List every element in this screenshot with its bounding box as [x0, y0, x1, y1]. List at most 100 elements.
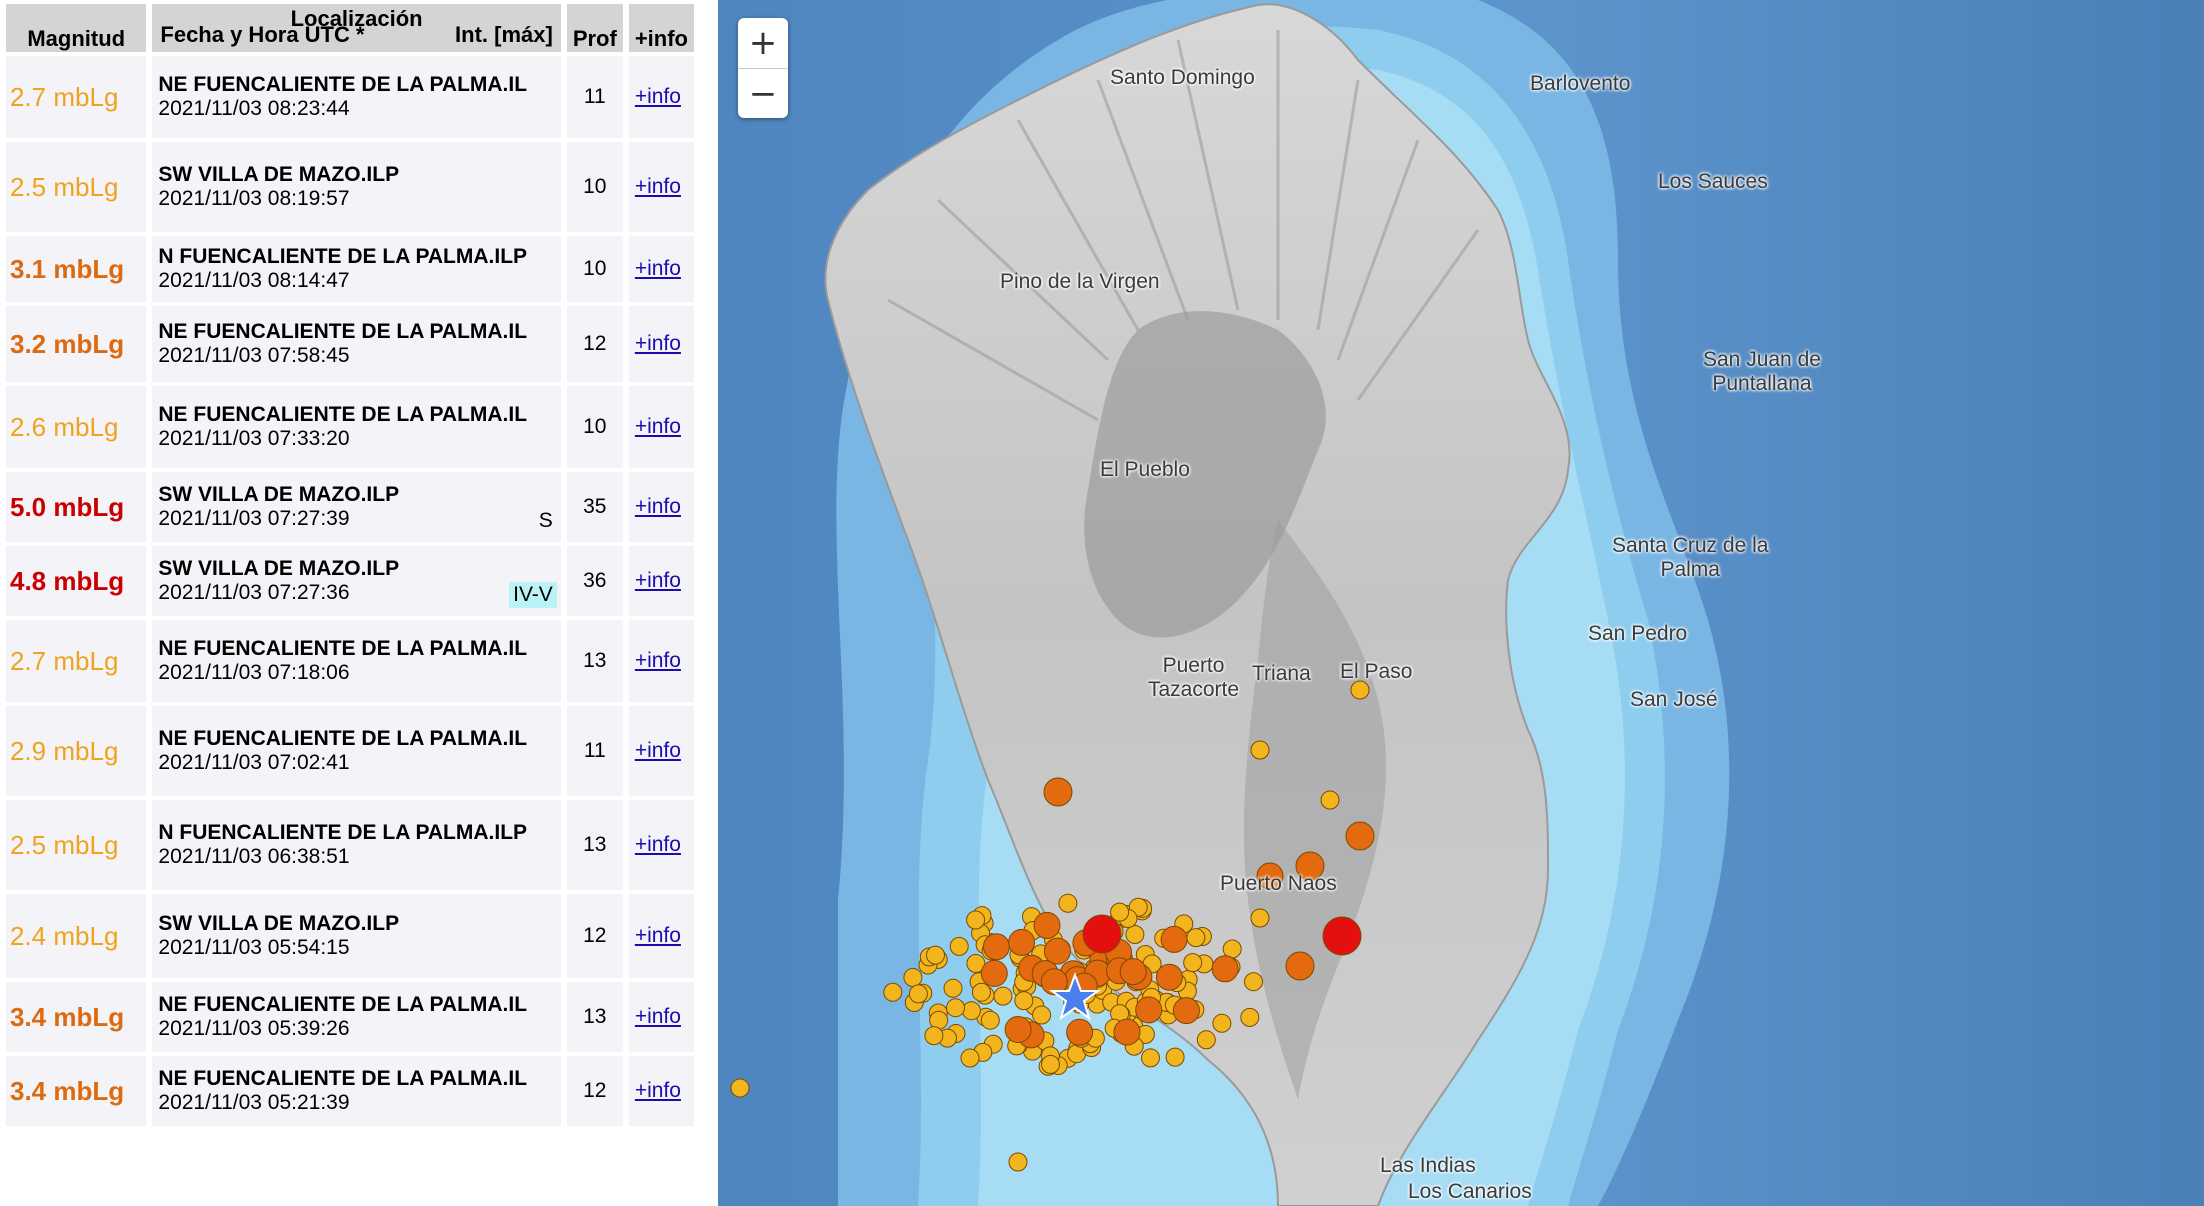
earthquake-marker[interactable]	[1125, 925, 1145, 944]
earthquake-marker[interactable]	[1285, 951, 1315, 981]
info-link[interactable]: +info	[635, 569, 681, 592]
zoom-in-button[interactable]: +	[738, 18, 788, 69]
depth-cell: 11	[566, 56, 623, 138]
earthquake-marker[interactable]	[1160, 925, 1188, 953]
location-cell: SW VILLA DE MAZO.ILP 2021/11/03 07:27:39 S	[152, 472, 561, 542]
info-cell: +info	[628, 620, 694, 702]
header-magnitud[interactable]: Magnitud	[6, 4, 147, 52]
depth-cell: 12	[566, 894, 623, 978]
earthquake-marker[interactable]	[1141, 1048, 1160, 1068]
earthquake-marker[interactable]	[971, 982, 991, 1002]
earthquake-marker[interactable]	[1345, 821, 1375, 851]
info-link[interactable]: +info	[635, 257, 681, 280]
depth-cell: 13	[566, 800, 623, 890]
earthquake-marker[interactable]	[1014, 991, 1034, 1011]
earthquake-marker[interactable]	[1250, 740, 1270, 760]
earthquake-marker[interactable]	[943, 978, 963, 998]
info-link[interactable]: +info	[635, 332, 681, 355]
earthquake-marker[interactable]	[1320, 790, 1340, 810]
earthquake-marker[interactable]	[1008, 1152, 1028, 1172]
info-link[interactable]: +info	[635, 649, 681, 672]
earthquake-marker[interactable]	[1196, 1030, 1216, 1050]
earthquake-marker[interactable]	[1008, 928, 1036, 956]
earthquake-marker[interactable]	[1033, 911, 1061, 939]
zoom-out-button[interactable]: −	[738, 69, 788, 119]
seismic-map[interactable]: + − Santo Domingo Barlovento Los Sauces …	[718, 0, 2204, 1206]
info-link[interactable]: +info	[635, 175, 681, 198]
table-row: 4.8 mbLg SW VILLA DE MAZO.ILP 2021/11/03 0…	[6, 546, 694, 616]
earthquake-marker[interactable]	[1165, 1047, 1185, 1067]
info-link[interactable]: +info	[635, 924, 681, 947]
info-cell: +info	[628, 1056, 694, 1126]
earthquake-marker[interactable]	[949, 936, 969, 956]
location-cell: N FUENCALIENTE DE LA PALMA.ILP 2021/11/03…	[152, 236, 561, 302]
event-datetime: 2021/11/03 07:58:45	[158, 344, 350, 367]
earthquake-marker[interactable]	[903, 968, 923, 987]
info-link[interactable]: +info	[635, 415, 681, 438]
earthquake-marker[interactable]	[1043, 777, 1073, 807]
header-intensidad[interactable]: Int. [máx]	[455, 22, 553, 48]
earthquake-marker[interactable]	[1082, 914, 1122, 954]
place-label-santa-cruz-line2: Palma	[1660, 558, 1720, 581]
location-name: N FUENCALIENTE DE LA PALMA.ILP	[158, 821, 528, 844]
earthquake-marker[interactable]	[1322, 916, 1362, 956]
event-datetime: 2021/11/03 06:38:51	[158, 845, 350, 868]
place-label-los-canarios: Los Canarios	[1408, 1180, 1532, 1203]
earthquake-marker[interactable]	[1244, 972, 1263, 992]
earthquake-marker[interactable]	[908, 984, 928, 1004]
earthquake-marker[interactable]	[924, 1026, 944, 1046]
earthquake-marker[interactable]	[1041, 1054, 1060, 1074]
earthquake-marker[interactable]	[1043, 937, 1071, 965]
info-cell: +info	[628, 386, 694, 468]
place-label-las-indias: Las Indias	[1380, 1154, 1476, 1177]
earthquake-marker[interactable]	[980, 959, 1008, 987]
header-fecha[interactable]: Fecha y Hora UTC *	[160, 22, 364, 48]
magnitude-cell: 2.9 mbLg	[6, 706, 147, 796]
earthquake-marker[interactable]	[926, 945, 945, 965]
earthquake-marker[interactable]	[1172, 997, 1200, 1025]
earthquake-marker[interactable]	[1240, 1007, 1260, 1027]
info-link[interactable]: +info	[635, 1079, 681, 1102]
earthquake-marker[interactable]	[1032, 1005, 1052, 1025]
earthquake-marker[interactable]	[1004, 1016, 1032, 1043]
place-label-santa-cruz-line1: Santa Cruz de la	[1612, 534, 1769, 557]
event-datetime: 2021/11/03 05:39:26	[158, 1017, 350, 1040]
earthquake-marker[interactable]	[730, 1078, 750, 1098]
info-link[interactable]: +info	[635, 1005, 681, 1028]
earthquake-marker[interactable]	[883, 982, 903, 1002]
magnitude-cell: 2.5 mbLg	[6, 142, 147, 232]
earthquake-marker[interactable]	[980, 1010, 1000, 1030]
info-link[interactable]: +info	[635, 739, 681, 762]
event-datetime: 2021/11/03 07:18:06	[158, 661, 350, 684]
event-datetime: 2021/11/03 08:23:44	[158, 97, 350, 120]
earthquake-marker[interactable]	[1211, 955, 1239, 983]
magnitude-cell: 5.0 mbLg	[6, 472, 147, 542]
info-link[interactable]: +info	[635, 85, 681, 108]
header-localizacion[interactable]: Localización Fecha y Hora UTC * Int. [má…	[152, 4, 561, 52]
earthquake-marker[interactable]	[960, 1048, 980, 1068]
earthquake-marker[interactable]	[1212, 1013, 1232, 1033]
info-link[interactable]: +info	[635, 833, 681, 856]
earthquake-marker[interactable]	[1119, 958, 1147, 986]
info-link[interactable]: +info	[635, 495, 681, 518]
earthquake-marker[interactable]	[1066, 1018, 1094, 1046]
earthquake-marker[interactable]	[1135, 996, 1163, 1024]
earthquake-marker[interactable]	[982, 933, 1010, 961]
earthquake-marker[interactable]	[1155, 963, 1183, 991]
earthquake-marker[interactable]	[946, 998, 965, 1018]
event-datetime: 2021/11/03 05:21:39	[158, 1091, 350, 1114]
place-label-los-sauces: Los Sauces	[1658, 170, 1768, 193]
earthquake-marker[interactable]	[1250, 908, 1270, 928]
earthquake-marker[interactable]	[966, 910, 986, 930]
location-cell: NE FUENCALIENTE DE LA PALMA.IL 2021/11/03…	[152, 982, 561, 1052]
earthquake-marker[interactable]	[1222, 939, 1242, 959]
earthquake-marker[interactable]	[1183, 953, 1203, 973]
map-canvas	[718, 0, 2204, 1206]
header-prof[interactable]: Prof	[566, 4, 623, 52]
earthquake-marker[interactable]	[1186, 928, 1206, 948]
earthquake-marker[interactable]	[993, 986, 1013, 1006]
earthquake-marker[interactable]	[1113, 1018, 1141, 1046]
earthquake-marker[interactable]	[961, 1001, 981, 1021]
earthquake-marker[interactable]	[1058, 893, 1078, 913]
zoom-control: + −	[738, 18, 788, 118]
